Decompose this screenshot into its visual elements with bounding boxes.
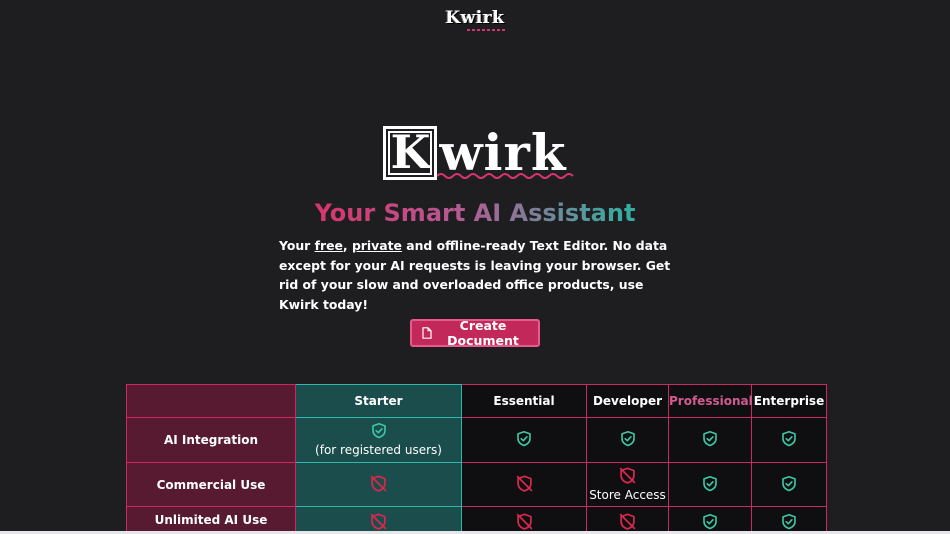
free-link[interactable]: free bbox=[315, 238, 343, 253]
shield-check-icon bbox=[702, 475, 718, 495]
feature-cell: Store Access bbox=[586, 462, 669, 507]
shield-check-icon bbox=[371, 422, 387, 442]
plan-header-enterprise: Enterprise bbox=[751, 384, 827, 418]
feature-label: Unlimited AI Use bbox=[126, 506, 296, 534]
feature-cell bbox=[586, 417, 669, 463]
create-document-button[interactable]: Create Document bbox=[410, 318, 540, 348]
create-document-label: Create Document bbox=[447, 318, 519, 348]
shield-off-icon bbox=[516, 474, 533, 495]
logo-letter-box: K bbox=[383, 126, 438, 180]
feature-label: Commercial Use bbox=[126, 462, 296, 507]
plan-header-starter: Starter bbox=[295, 384, 462, 418]
pricing-table: Starter Essential Developer Professional… bbox=[126, 384, 827, 534]
pricing-corner-cell bbox=[126, 384, 296, 418]
cell-note: (for registered users) bbox=[315, 443, 442, 457]
cell-note: Store Access bbox=[589, 487, 666, 502]
feature-cell bbox=[668, 506, 752, 534]
feature-cell bbox=[668, 462, 752, 507]
plan-header-developer: Developer bbox=[586, 384, 669, 418]
shield-off-icon bbox=[619, 466, 636, 487]
document-icon bbox=[422, 327, 432, 339]
shield-check-icon bbox=[702, 430, 718, 450]
table-row: AI Integration (for registered users) bbox=[126, 417, 827, 463]
feature-label: AI Integration bbox=[126, 417, 296, 463]
feature-cell bbox=[295, 462, 462, 507]
table-row: Unlimited AI Use bbox=[126, 506, 827, 534]
feature-cell: (for registered users) bbox=[295, 417, 462, 463]
hero-logo: K wirk bbox=[0, 118, 950, 188]
shield-off-icon bbox=[370, 474, 387, 495]
hero-intro: Your free, private and offline-ready Tex… bbox=[279, 238, 671, 312]
shield-off-icon bbox=[516, 513, 533, 533]
feature-cell bbox=[461, 506, 587, 534]
feature-cell bbox=[295, 506, 462, 534]
private-link[interactable]: private bbox=[352, 238, 402, 253]
logo-wave-underline bbox=[437, 173, 575, 179]
feature-cell bbox=[751, 506, 827, 534]
feature-cell bbox=[668, 417, 752, 463]
table-row: Commercial Use Store Access bbox=[126, 462, 827, 507]
shield-check-icon bbox=[620, 430, 636, 450]
top-bar: Kwirk bbox=[0, 0, 950, 40]
feature-cell bbox=[751, 417, 827, 463]
shield-check-icon bbox=[781, 430, 797, 450]
pricing-header-row: Starter Essential Developer Professional… bbox=[126, 384, 827, 418]
plan-header-essential: Essential bbox=[461, 384, 587, 418]
shield-check-icon bbox=[702, 513, 718, 533]
feature-cell bbox=[461, 417, 587, 463]
header-logo[interactable]: Kwirk bbox=[445, 8, 505, 31]
feature-cell bbox=[461, 462, 587, 507]
shield-off-icon bbox=[370, 513, 387, 533]
plan-header-professional: Professional bbox=[668, 384, 753, 418]
feature-cell bbox=[586, 506, 669, 534]
shield-check-icon bbox=[781, 513, 797, 533]
shield-check-icon bbox=[781, 475, 797, 495]
shield-off-icon bbox=[619, 513, 636, 533]
shield-check-icon bbox=[516, 430, 532, 450]
hero-tagline: Your Smart AI Assistant bbox=[314, 199, 636, 227]
cta-area: Create Document bbox=[0, 318, 950, 348]
feature-cell bbox=[751, 462, 827, 507]
